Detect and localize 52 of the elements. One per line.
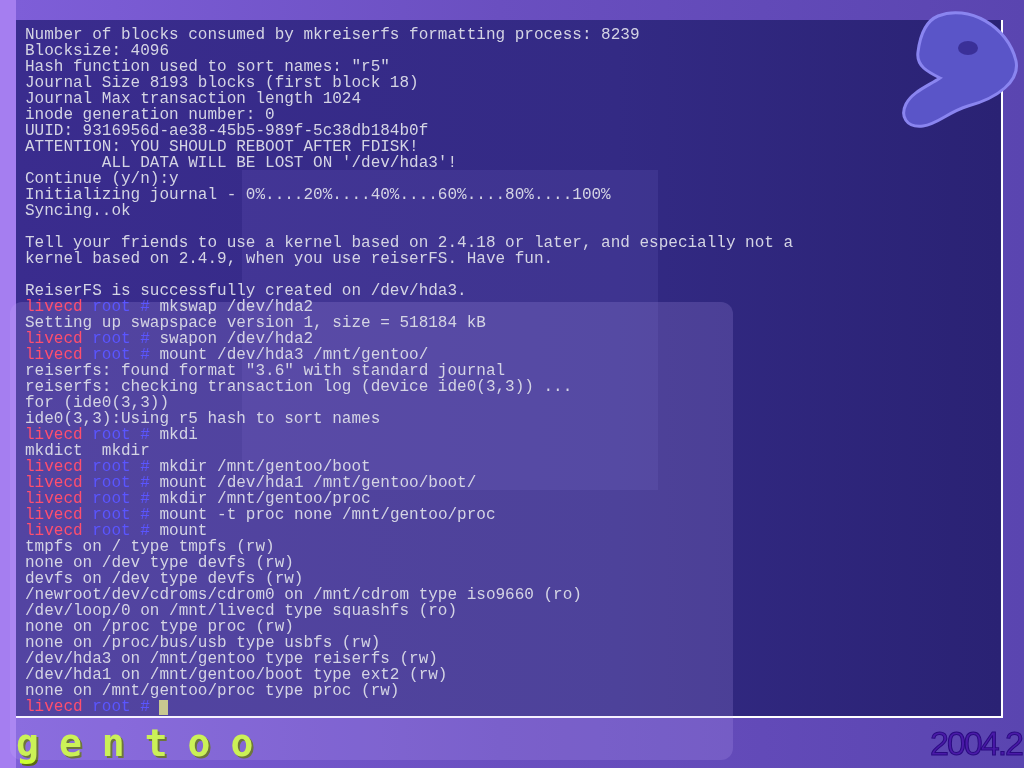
console-output: Initializing journal - 0%....20%....40%....60%....80%....100% xyxy=(25,187,611,203)
shell-prompt: livecd root # xyxy=(25,507,150,523)
console-output: Journal Max transaction length 1024 xyxy=(25,91,362,107)
wordmark: gentoo xyxy=(16,724,274,762)
console-output: ALL DATA WILL BE LOST ON '/dev/hda3'! xyxy=(101,155,458,171)
console-output: mkdict mkdir xyxy=(25,443,150,459)
shell-prompt: livecd root # xyxy=(25,459,150,475)
command-text: mkdi xyxy=(159,427,198,443)
shell-prompt: livecd root # xyxy=(25,475,150,491)
console-output: none on /proc/bus/usb type usbfs (rw) xyxy=(25,635,381,651)
version-label: 2004.2 xyxy=(930,725,1022,761)
console-output: none on /mnt/gentoo/proc type proc (rw) xyxy=(25,683,400,699)
shell-prompt: livecd root # xyxy=(25,347,150,363)
console-output: none on /proc type proc (rw) xyxy=(25,619,294,635)
console-output: reiserfs: checking transaction log (device ide0(3,3)) ... xyxy=(25,379,573,395)
command-text: mount /dev/hda3 /mnt/gentoo/ xyxy=(159,347,429,363)
console-output: Tell your friends to use a kernel based on 2.4.18 or later, and especially not a xyxy=(25,235,794,251)
shell-prompt: livecd root # xyxy=(25,491,150,507)
console-output: Setting up swapspace version 1, size = 518184 kB xyxy=(25,315,486,331)
shell-prompt: livecd root # xyxy=(25,299,150,315)
command-text: swapon /dev/hda2 xyxy=(159,331,314,347)
console-output: devfs on /dev type devfs (rw) xyxy=(25,571,304,587)
console-output: /dev/hda3 on /mnt/gentoo type reiserfs (rw) xyxy=(25,651,438,667)
command-text: mount /dev/hda1 /mnt/gentoo/boot/ xyxy=(159,475,477,491)
command-text: mkdir /mnt/gentoo/proc xyxy=(159,491,371,507)
console-output: for (ide0(3,3)) xyxy=(25,395,170,411)
command-text: mount -t proc none /mnt/gentoo/proc xyxy=(159,507,496,523)
console-output: ide0(3,3):Using r5 hash to sort names xyxy=(25,411,381,427)
console-output: /dev/loop/0 on /mnt/livecd type squashfs (ro) xyxy=(25,603,458,619)
shell-prompt: livecd root # xyxy=(25,427,150,443)
shell-prompt: livecd root # xyxy=(25,523,150,539)
console-output: /dev/hda1 on /mnt/gentoo/boot type ext2 (rw) xyxy=(25,667,448,683)
console-output: Syncing..ok xyxy=(25,203,131,219)
console-output: ReiserFS is successfully created on /dev/hda3. xyxy=(25,283,467,299)
console-output: none on /dev type devfs (rw) xyxy=(25,555,294,571)
command-text: mkdir /mnt/gentoo/boot xyxy=(159,459,371,475)
console-output: kernel based on 2.4.9, when you use reiserFS. Have fun. xyxy=(25,251,554,267)
console-output: inode generation number: 0 xyxy=(25,107,275,123)
console-output: ATTENTION: YOU SHOULD REBOOT AFTER FDISK! xyxy=(25,139,419,155)
console-output: reiserfs: found format "3.6" with standard journal xyxy=(25,363,506,379)
console-output: UUID: 9316956d-ae38-45b5-989f-5c38db184b0f xyxy=(25,123,429,139)
console-output: Journal Size 8193 blocks (first block 18) xyxy=(25,75,419,91)
console-output: /newroot/dev/cdroms/cdrom0 on /mnt/cdrom type iso9660 (ro) xyxy=(25,587,582,603)
console-output: Continue (y/n):y xyxy=(25,171,179,187)
console-output: Blocksize: 4096 xyxy=(25,43,170,59)
console-output: Number of blocks consumed by mkreiserfs formatting process: 8239 xyxy=(25,27,640,43)
shell-prompt: livecd root # xyxy=(25,699,150,715)
command-text: mount xyxy=(159,523,208,539)
command-text: mkswap /dev/hda2 xyxy=(159,299,314,315)
console-output: Hash function used to sort names: "r5" xyxy=(25,59,390,75)
console-output: tmpfs on / type tmpfs (rw) xyxy=(25,539,275,555)
shell-prompt: livecd root # xyxy=(25,331,150,347)
